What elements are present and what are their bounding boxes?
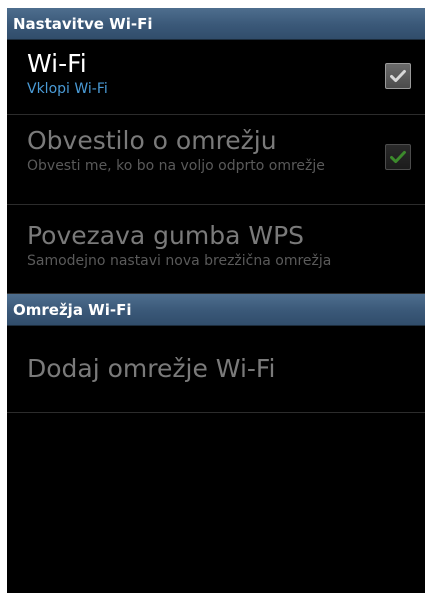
check-icon — [390, 150, 406, 164]
section-header-wifi-networks: Omrežja Wi-Fi — [7, 294, 425, 326]
wifi-checkbox[interactable] — [385, 63, 411, 89]
add-network-title: Dodaj omrežje Wi-Fi — [27, 354, 276, 383]
network-notification-item[interactable]: Obvestilo o omrežju Obvesti me, ko bo na… — [7, 115, 425, 205]
wps-button-item[interactable]: Povezava gumba WPS Samodejno nastavi nov… — [7, 205, 425, 294]
network-notification-title: Obvestilo o omrežju — [27, 126, 277, 155]
wps-summary: Samodejno nastavi nova brezžična omrežja — [27, 253, 332, 269]
network-notification-checkbox[interactable] — [385, 144, 411, 170]
wifi-summary: Vklopi Wi-Fi — [27, 81, 108, 97]
section-header-title: Nastavitve Wi-Fi — [13, 15, 153, 33]
add-network-item[interactable]: Dodaj omrežje Wi-Fi — [7, 326, 425, 413]
section-header-wifi-settings: Nastavitve Wi-Fi — [7, 8, 425, 40]
wifi-settings-screen: Nastavitve Wi-Fi Wi-Fi Vklopi Wi-Fi Obve… — [7, 8, 425, 593]
wps-title: Povezava gumba WPS — [27, 221, 305, 250]
network-notification-summary: Obvesti me, ko bo na voljo odprto omrežj… — [27, 158, 325, 174]
wifi-toggle-item[interactable]: Wi-Fi Vklopi Wi-Fi — [7, 40, 425, 115]
section-header-title: Omrežja Wi-Fi — [13, 301, 132, 319]
check-icon — [390, 69, 406, 83]
wifi-title: Wi-Fi — [27, 49, 87, 78]
